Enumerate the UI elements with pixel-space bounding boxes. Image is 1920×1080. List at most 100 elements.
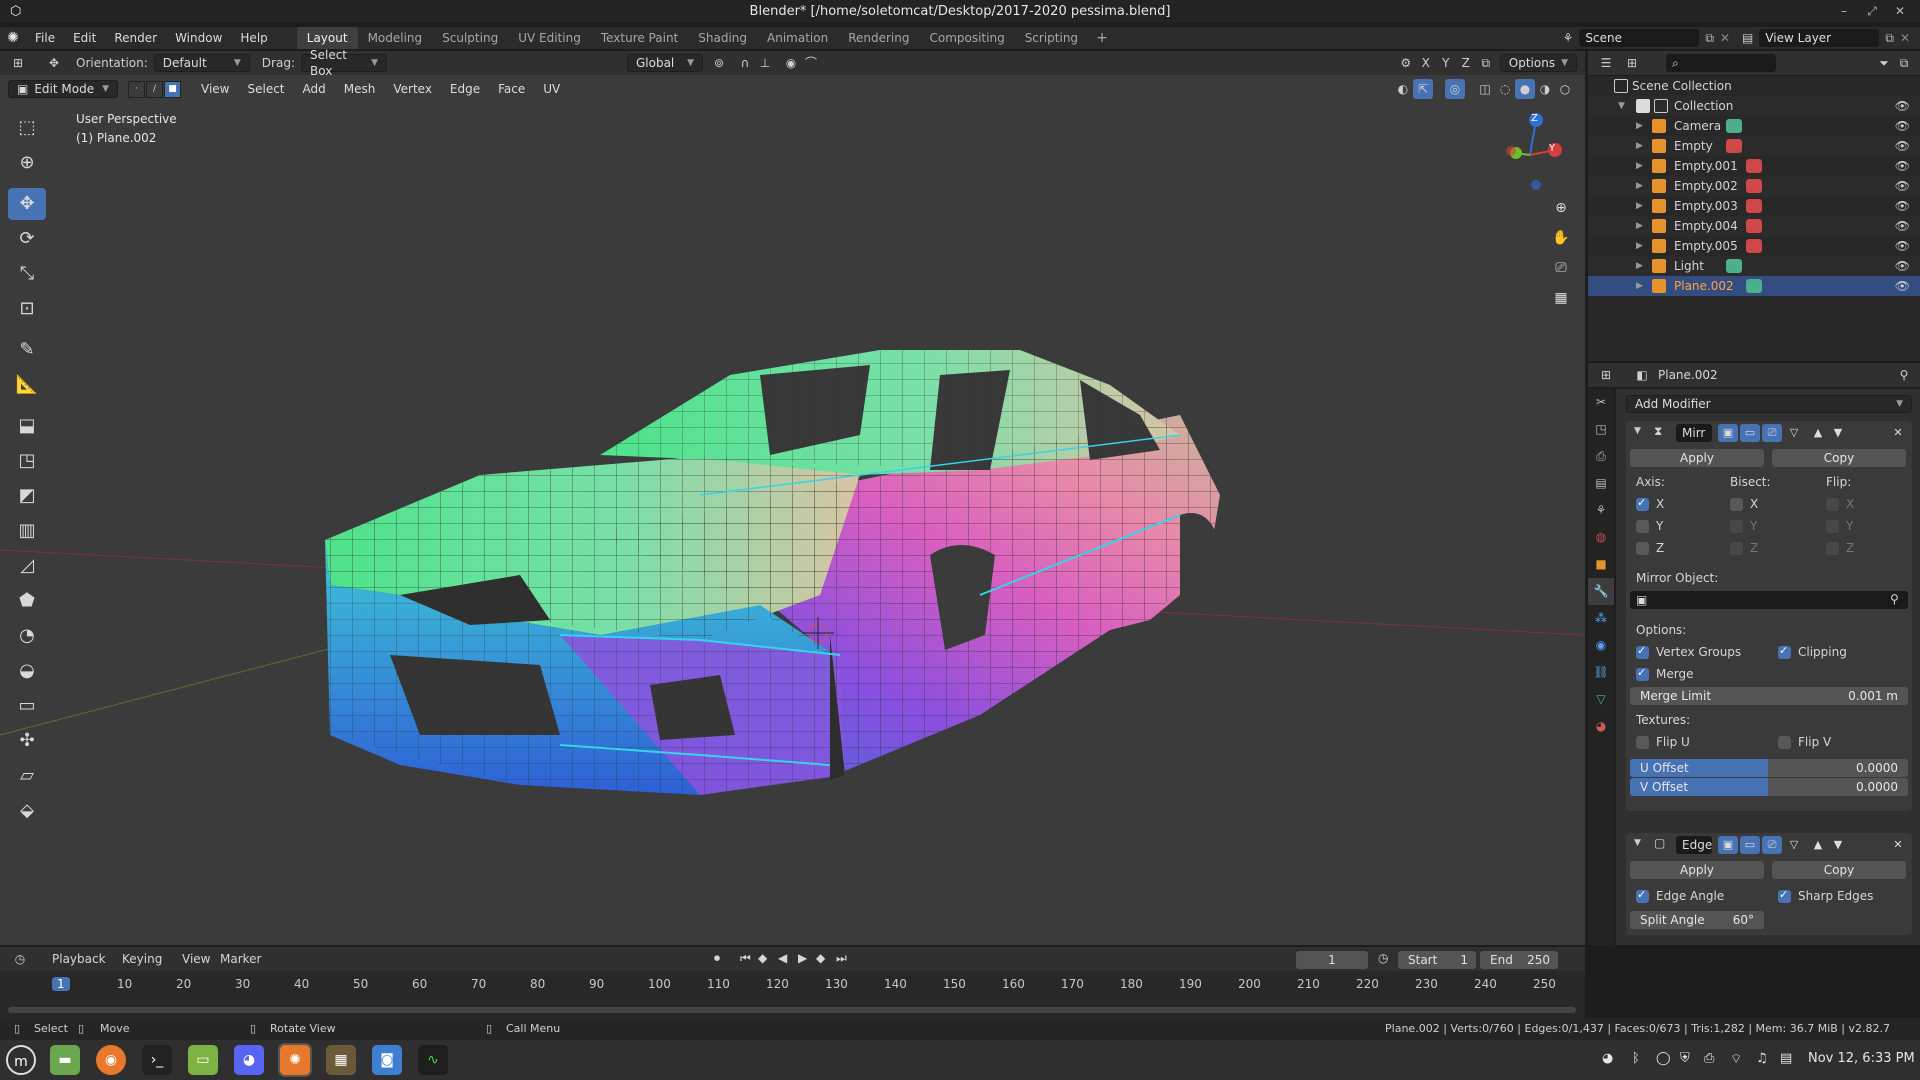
menu-select[interactable]: Select bbox=[238, 82, 293, 96]
outliner-item-row[interactable]: ▶ Empty.002 👁 bbox=[1588, 176, 1920, 196]
collection-row[interactable]: ▼ Collection 👁 bbox=[1588, 96, 1920, 116]
particles-tab-icon[interactable]: ⁂ bbox=[1588, 605, 1614, 632]
wifi-icon[interactable]: ⌔ bbox=[1730, 1051, 1742, 1067]
terminal-app-icon[interactable]: ›_ bbox=[142, 1045, 172, 1075]
render-tab-icon[interactable]: ◳ bbox=[1588, 416, 1614, 443]
measure-icon[interactable]: 📐 bbox=[8, 369, 46, 401]
move-up-icon[interactable]: ▲ bbox=[1808, 424, 1828, 442]
bisect-x-checkbox[interactable] bbox=[1730, 498, 1743, 511]
world-tab-icon[interactable]: ◍ bbox=[1588, 524, 1614, 551]
pin-icon[interactable]: ⚲ bbox=[1894, 365, 1914, 385]
menu-view[interactable]: View bbox=[182, 952, 210, 966]
menu-edit[interactable]: Edit bbox=[64, 27, 105, 49]
object-data-icon[interactable] bbox=[1746, 179, 1762, 193]
discord-tray-icon[interactable]: ◕ bbox=[1602, 1051, 1613, 1066]
timeline-editor[interactable]: ◷ Playback Keying View Marker ⏺ ⏮ ◆ ◀ ▶ … bbox=[0, 947, 1585, 1029]
tab-uv-editing[interactable]: UV Editing bbox=[508, 27, 591, 49]
menu-add[interactable]: Add bbox=[294, 82, 335, 96]
remove-modifier-icon[interactable]: ✕ bbox=[1888, 424, 1908, 442]
inset-icon[interactable]: ◳ bbox=[8, 445, 46, 477]
blender-app-icon[interactable]: ✺ bbox=[280, 1045, 310, 1075]
annotate-icon[interactable]: ✎ bbox=[8, 334, 46, 366]
material-tab-icon[interactable]: ◕ bbox=[1588, 713, 1614, 740]
blender-logo-icon[interactable]: ✺ bbox=[0, 30, 26, 46]
merge-checkbox[interactable] bbox=[1636, 666, 1649, 681]
folder-app-icon[interactable]: ▭ bbox=[188, 1045, 218, 1075]
expand-arrow-icon[interactable]: ▶ bbox=[1636, 136, 1643, 156]
remove-view-layer-icon[interactable]: ✕ bbox=[1900, 31, 1910, 45]
update-icon[interactable]: ◯ bbox=[1656, 1051, 1671, 1066]
menu-render[interactable]: Render bbox=[105, 27, 166, 49]
v-offset-field[interactable]: V Offset 0.0000 bbox=[1630, 778, 1908, 796]
menu-uv[interactable]: UV bbox=[534, 82, 569, 96]
view-layer-tab-icon[interactable]: ▤ bbox=[1588, 470, 1614, 497]
outliner-item-row[interactable]: ▶ Empty 👁 bbox=[1588, 136, 1920, 156]
expand-arrow-icon[interactable]: ▶ bbox=[1636, 116, 1643, 136]
mirror-modifier-name[interactable]: Mirr bbox=[1676, 424, 1712, 442]
tool-tab-icon[interactable]: ✂ bbox=[1588, 389, 1614, 416]
physics-tab-icon[interactable]: ◉ bbox=[1588, 632, 1614, 659]
snap-icon[interactable]: ∩ bbox=[735, 53, 755, 73]
axis-z-toggle[interactable]: Z bbox=[1456, 53, 1476, 73]
output-tab-icon[interactable]: ⎙ bbox=[1588, 443, 1614, 470]
options-dropdown[interactable]: Options ▼ bbox=[1499, 54, 1577, 72]
realtime-toggle-icon[interactable]: ▭ bbox=[1740, 836, 1760, 854]
scale-icon[interactable]: ⤡ bbox=[8, 258, 46, 290]
view-layer-field[interactable]: View Layer bbox=[1759, 29, 1880, 47]
scene-tab-icon[interactable]: ⚘ bbox=[1588, 497, 1614, 524]
eye-icon[interactable]: 👁 bbox=[1895, 196, 1910, 216]
tab-animation[interactable]: Animation bbox=[757, 27, 838, 49]
flip-v-checkbox[interactable] bbox=[1778, 736, 1791, 749]
vertex-select-icon[interactable]: · bbox=[128, 80, 145, 98]
loop-cut-icon[interactable]: ▥ bbox=[8, 515, 46, 547]
extrude-icon[interactable]: ⬓ bbox=[8, 410, 46, 442]
move-down-icon[interactable]: ▼ bbox=[1828, 424, 1848, 442]
expand-arrow-icon[interactable]: ▼ bbox=[1618, 96, 1625, 116]
overlay-toggle-icon[interactable]: ◎ bbox=[1445, 79, 1465, 99]
tab-sculpting[interactable]: Sculpting bbox=[432, 27, 508, 49]
outliner-item-row[interactable]: ▶ Empty.005 👁 bbox=[1588, 236, 1920, 256]
visibility-icon[interactable]: ◐ bbox=[1393, 79, 1413, 99]
close-button[interactable]: ✕ bbox=[1888, 0, 1912, 23]
move-up-icon[interactable]: ▲ bbox=[1808, 836, 1828, 854]
eyedropper-icon[interactable]: ⚲ bbox=[1890, 592, 1899, 606]
axis-z-checkbox[interactable] bbox=[1636, 542, 1649, 555]
play-reverse-icon[interactable]: ◀ bbox=[778, 951, 787, 965]
tab-modeling[interactable]: Modeling bbox=[358, 27, 433, 49]
menu-mesh[interactable]: Mesh bbox=[335, 82, 385, 96]
screenshot-app-icon[interactable]: ◙ bbox=[372, 1045, 402, 1075]
system-monitor-icon[interactable]: ∿ bbox=[418, 1045, 448, 1075]
flip-x-checkbox[interactable] bbox=[1826, 498, 1839, 511]
camera-view-icon[interactable]: ⎚ bbox=[1548, 255, 1574, 281]
view-layer-icon[interactable]: ▤ bbox=[1742, 31, 1753, 45]
bevel-icon[interactable]: ◩ bbox=[8, 480, 46, 512]
outliner-item-row[interactable]: ▶ Empty.003 👁 bbox=[1588, 196, 1920, 216]
outliner-item-row[interactable]: ▶ Empty.004 👁 bbox=[1588, 216, 1920, 236]
files-app-icon[interactable]: ▬ bbox=[50, 1045, 80, 1075]
sharp-edges-checkbox[interactable] bbox=[1778, 888, 1791, 903]
smooth-icon[interactable]: ◒ bbox=[8, 655, 46, 687]
editor-type-icon[interactable]: ☰ bbox=[1596, 53, 1616, 73]
knife-icon[interactable]: ◿ bbox=[8, 550, 46, 582]
shield-icon[interactable]: ⛨ bbox=[1680, 1051, 1690, 1066]
cage-toggle-icon[interactable]: ▽ bbox=[1784, 424, 1804, 442]
move-down-icon[interactable]: ▼ bbox=[1828, 836, 1848, 854]
gizmo-toggle-icon[interactable]: ⇱ bbox=[1413, 79, 1433, 99]
next-keyframe-icon[interactable]: ◆ bbox=[816, 951, 825, 965]
checkbox-icon[interactable] bbox=[1636, 99, 1650, 113]
mirror-apply-button[interactable]: Apply bbox=[1630, 449, 1764, 467]
tab-rendering[interactable]: Rendering bbox=[838, 27, 919, 49]
menu-vertex[interactable]: Vertex bbox=[384, 82, 441, 96]
xray-toggle-icon[interactable]: ◫ bbox=[1475, 79, 1495, 99]
proportional-edit-icon[interactable]: ◉ bbox=[781, 53, 801, 73]
discord-app-icon[interactable]: ◕ bbox=[234, 1045, 264, 1075]
tab-scripting[interactable]: Scripting bbox=[1015, 27, 1088, 49]
remove-scene-icon[interactable]: ✕ bbox=[1720, 31, 1730, 45]
expand-arrow-icon[interactable]: ▶ bbox=[1636, 216, 1643, 236]
material-shading-icon[interactable]: ◑ bbox=[1535, 79, 1555, 99]
eye-icon[interactable]: 👁 bbox=[1895, 236, 1910, 256]
render-toggle-icon[interactable]: ⎚ bbox=[1762, 836, 1782, 854]
menu-face[interactable]: Face bbox=[489, 82, 534, 96]
mirror-copy-button[interactable]: Copy bbox=[1772, 449, 1906, 467]
object-data-icon[interactable] bbox=[1746, 159, 1762, 173]
